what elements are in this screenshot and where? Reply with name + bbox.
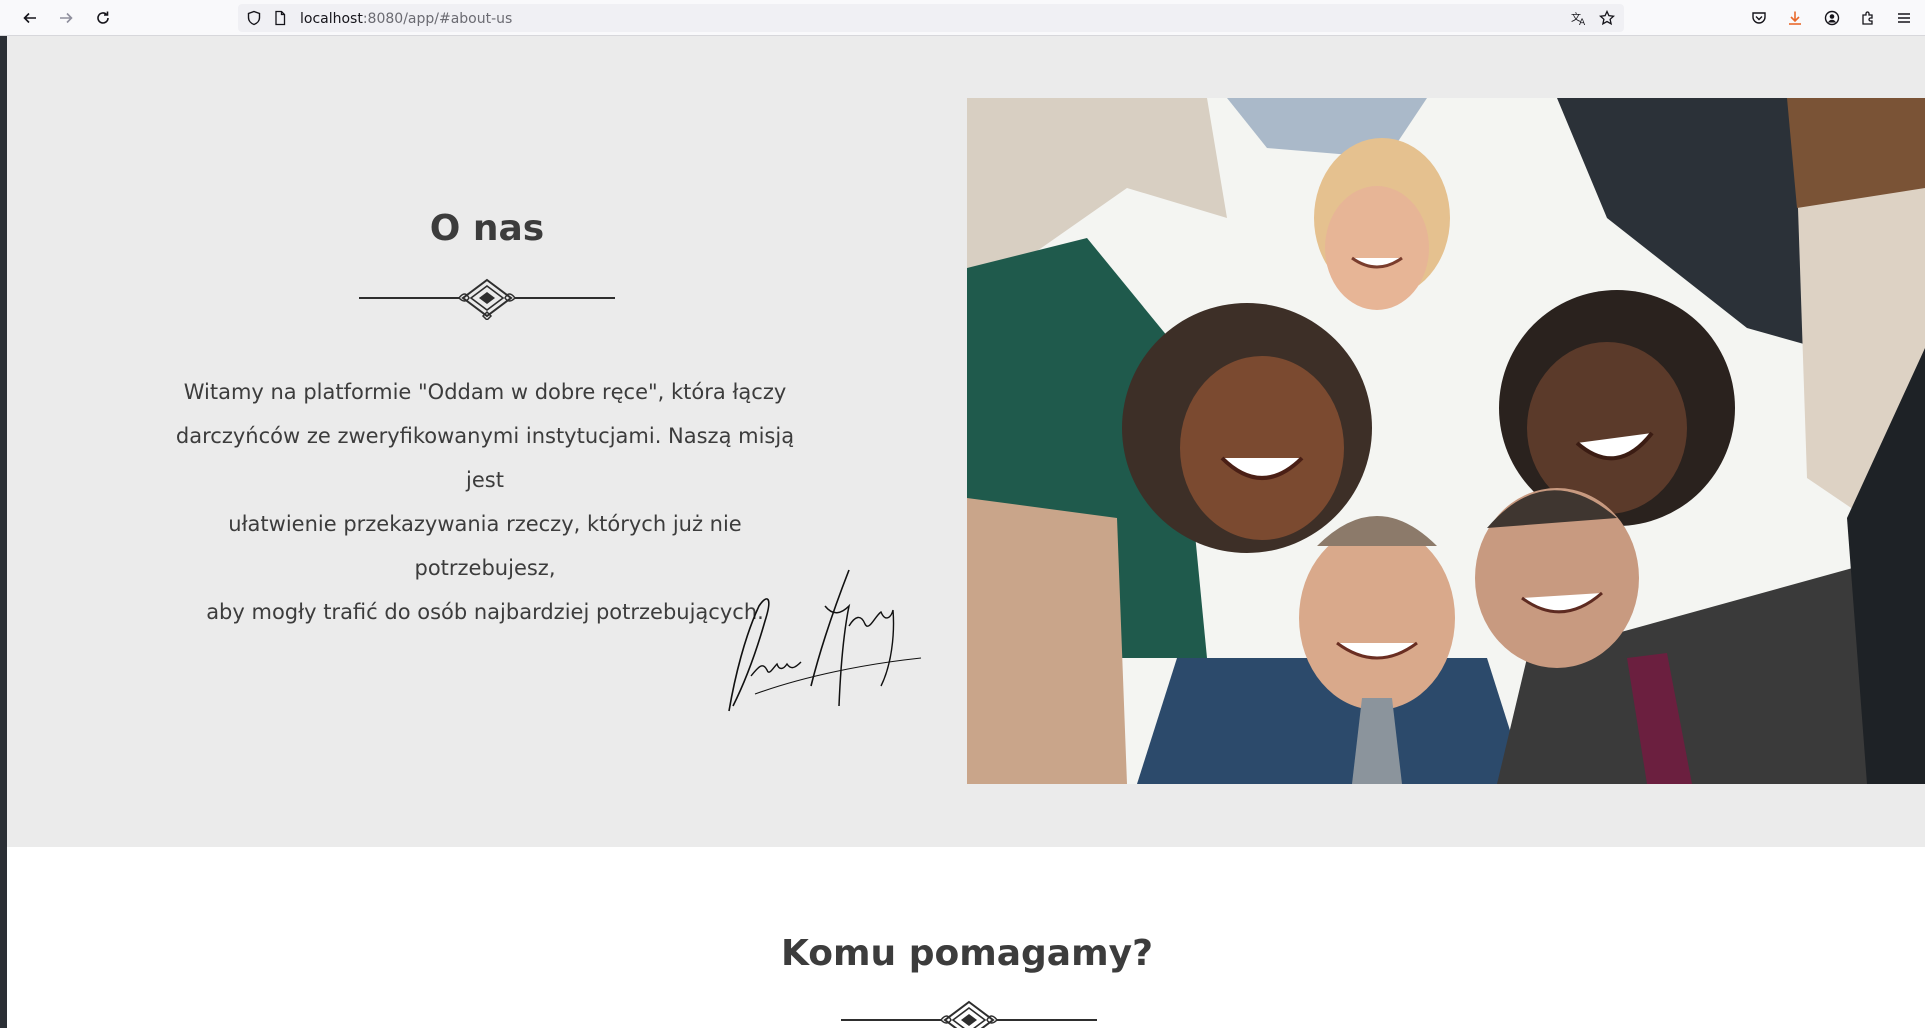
hamburger-menu-icon — [1898, 13, 1910, 23]
ornament-divider — [841, 1000, 1097, 1028]
downloads-button[interactable] — [1783, 6, 1807, 30]
puzzle-icon — [1862, 11, 1873, 25]
who-we-help-section: Komu pomagamy? — [7, 847, 1925, 1028]
pocket-icon — [1752, 12, 1766, 24]
back-button[interactable] — [18, 6, 42, 30]
about-text-line: aby mogły trafić do osób najbardziej pot… — [206, 600, 764, 624]
page-icon[interactable] — [272, 10, 288, 26]
address-bar[interactable]: localhost:8080/app/#about-us 文A — [238, 4, 1624, 32]
about-text-line: ułatwienie przekazywania rzeczy, których… — [228, 512, 742, 580]
translate-icon[interactable]: 文A — [1571, 10, 1587, 26]
svg-text:A: A — [1579, 18, 1586, 26]
pocket-button[interactable] — [1747, 6, 1771, 30]
team-photo — [967, 98, 1925, 784]
bookmark-star-icon[interactable] — [1599, 10, 1615, 26]
url-text[interactable]: localhost:8080/app/#about-us — [300, 11, 512, 27]
about-text-line: darczyńców ze zweryfikowanymi instytucja… — [175, 424, 795, 492]
about-description: Witamy na platformie "Oddam w dobre ręce… — [160, 370, 810, 634]
back-arrow-icon — [23, 12, 36, 24]
extensions-button[interactable] — [1856, 6, 1880, 30]
url-host: localhost — [300, 11, 363, 27]
download-icon — [1789, 11, 1801, 25]
account-icon — [1824, 10, 1840, 26]
forward-button[interactable] — [54, 6, 78, 30]
browser-toolbar: localhost:8080/app/#about-us 文A — [0, 0, 1925, 36]
account-button[interactable] — [1820, 6, 1844, 30]
reload-icon — [97, 11, 109, 24]
shield-icon[interactable] — [246, 10, 262, 26]
about-us-section: O nas Witamy na platformie "Oddam w dobr… — [7, 36, 1925, 847]
url-path: :8080/app/#about-us — [362, 11, 513, 27]
ornament-divider — [359, 278, 615, 320]
menu-button[interactable] — [1892, 6, 1916, 30]
about-text-line: Witamy na platformie "Oddam w dobre ręce… — [183, 380, 787, 404]
reload-button[interactable] — [91, 6, 115, 30]
help-title: Komu pomagamy? — [781, 933, 1153, 974]
window-edge — [0, 0, 7, 1028]
signature-image — [728, 569, 922, 712]
about-title: O nas — [429, 208, 545, 249]
forward-arrow-icon — [60, 12, 73, 24]
